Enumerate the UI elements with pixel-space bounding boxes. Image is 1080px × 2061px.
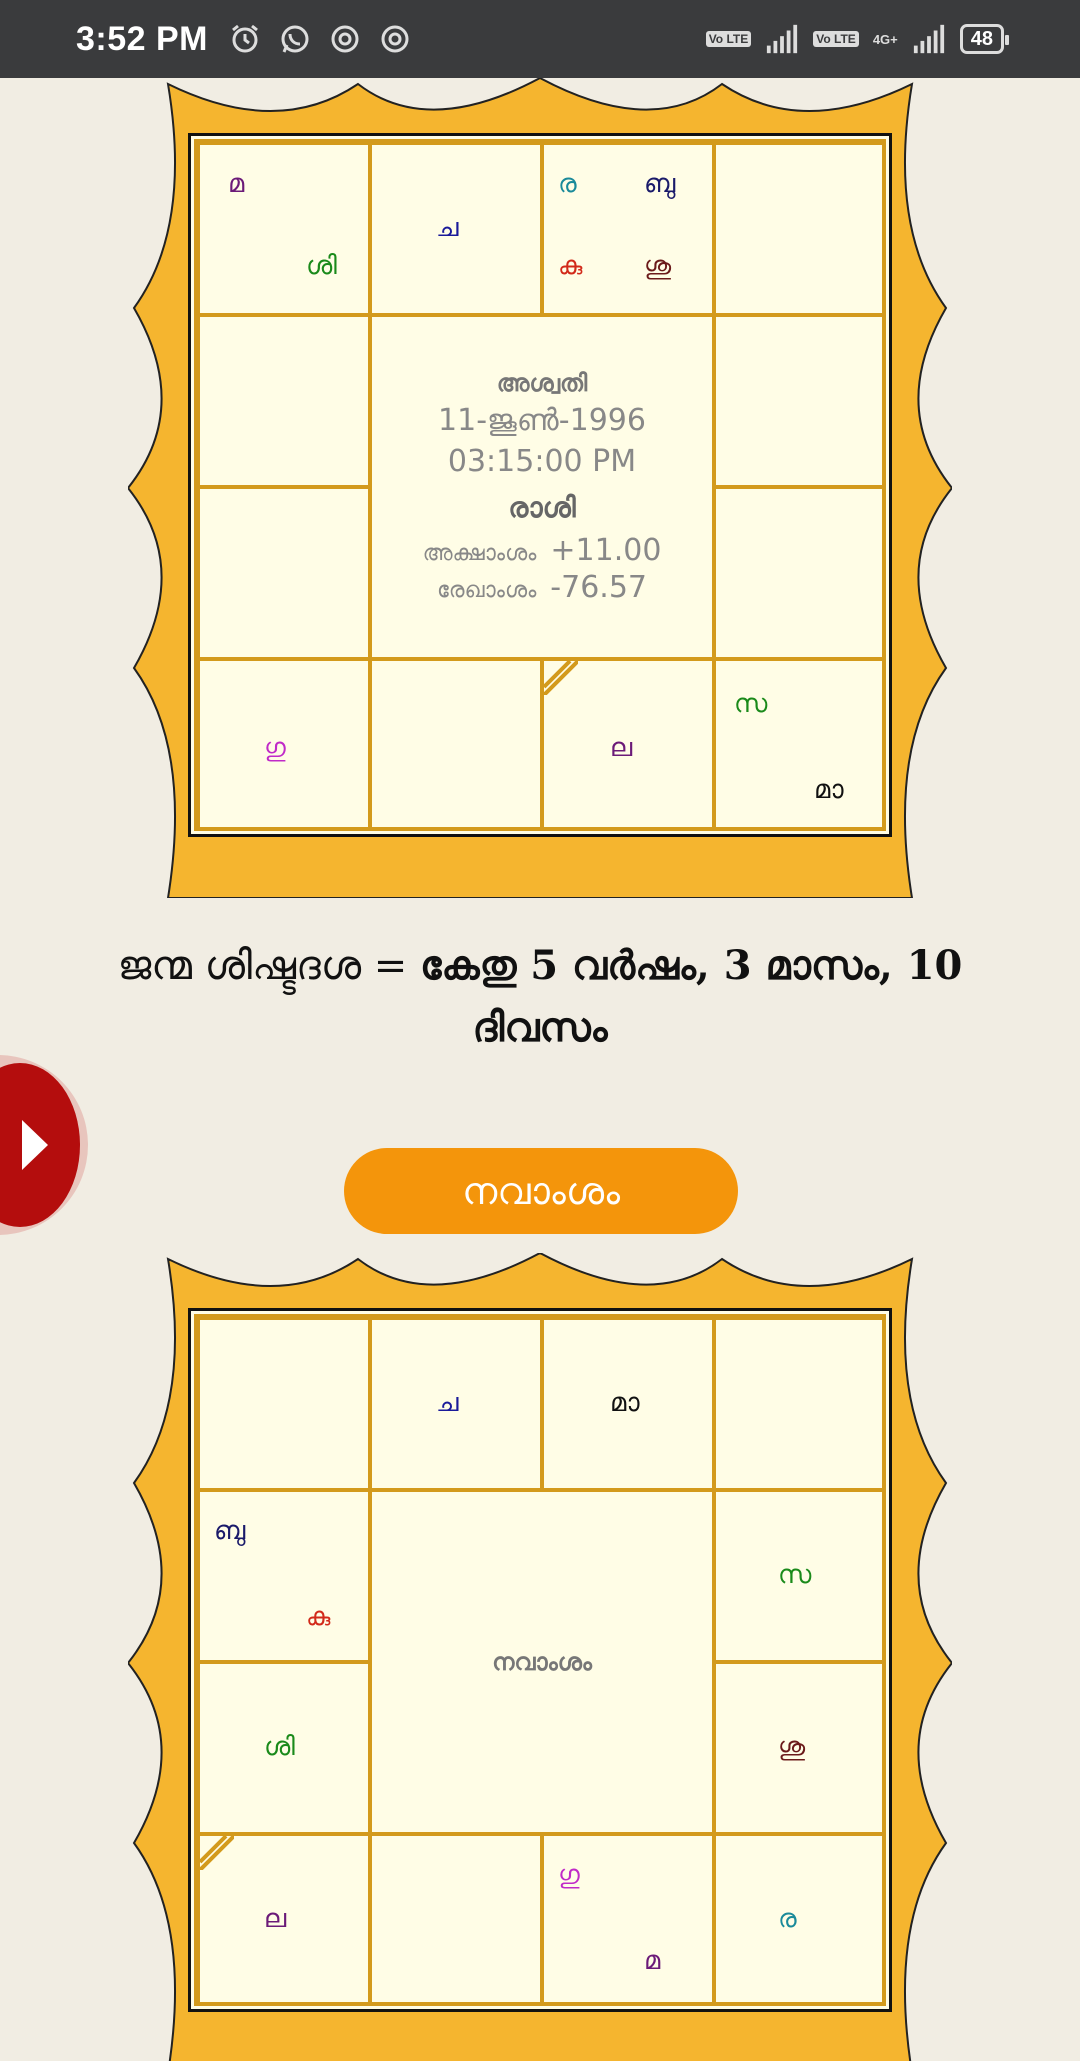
latitude-value: +11.00: [550, 533, 662, 568]
longitude-value: -76.57: [550, 570, 648, 605]
planet-venus: ശു: [644, 251, 672, 281]
nakshatra-label: അശ്വതി: [496, 369, 588, 397]
planet-jupiter: ഗു: [558, 1860, 580, 1890]
battery-icon: 48: [959, 24, 1010, 54]
house-cell: [198, 143, 370, 315]
ascendant-marker-icon: [544, 661, 578, 695]
status-time: 3:52 PM: [76, 19, 208, 58]
signal-icon: [912, 22, 946, 56]
planet-mars: മ: [644, 1946, 661, 1976]
chrome-icon: [328, 22, 362, 56]
ascendant-marker-icon: [200, 1836, 234, 1870]
planet-saturn: ശി: [306, 251, 337, 281]
planet-moon: ച: [436, 213, 459, 243]
planet-rahu: ര: [778, 1904, 797, 1934]
house-cell: [198, 315, 370, 487]
longitude-label: രേഖാംശം: [436, 578, 537, 603]
planet-mars: മ: [228, 169, 245, 199]
house-cell: [714, 143, 886, 315]
planet-rahu: ര: [558, 169, 577, 199]
chart-grid: അശ്വതി 11-ജൂൺ-1996 03:15:00 PM രാശി അക്ഷ…: [188, 133, 892, 837]
birth-date: 11-ജൂൺ-1996: [438, 403, 646, 438]
dasha-value: കേതു 5 വർഷം, 3 മാസം, 10 ദിവസം: [420, 942, 963, 1051]
janma-dasha-text: ജന്മ ശിഷ്ടദശ = കേതു 5 വർഷം, 3 മാസം, 10 ദ…: [80, 935, 1000, 1059]
side-drawer-button[interactable]: [0, 1055, 88, 1235]
rasi-chart: അശ്വതി 11-ജൂൺ-1996 03:15:00 PM രാശി അക്ഷ…: [128, 78, 952, 898]
planet-ascendant: ല: [610, 733, 633, 763]
navamsa-chart: നവാംശം ച മാ ബു കു സ ശി ശു ല ഗു മ ര: [128, 1253, 952, 2061]
planet-mandi: മാ: [814, 775, 844, 805]
chart-title: രാശി: [508, 491, 576, 524]
planet-mercury: ബു: [644, 169, 676, 199]
planet-ketu: കു: [558, 251, 583, 281]
planet-mercury: ബു: [214, 1516, 246, 1546]
house-cell: [198, 1318, 370, 1490]
chart-center-info: അശ്വതി 11-ജൂൺ-1996 03:15:00 PM രാശി അക്ഷ…: [370, 315, 714, 659]
notification-icons: [228, 22, 412, 56]
birth-time: 03:15:00 PM: [447, 444, 637, 479]
chart-center-info: നവാംശം: [370, 1490, 714, 1834]
status-bar: 3:52 PM Vo LTE Vo LTE 4G+ 48: [0, 0, 1080, 78]
house-cell: [714, 1318, 886, 1490]
play-arrow-icon: [22, 1120, 48, 1170]
planet-saturn: ശി: [264, 1732, 295, 1762]
planet-sun: സ: [734, 689, 768, 719]
volte-icon: Vo LTE: [813, 31, 859, 47]
system-icons: Vo LTE Vo LTE 4G+ 48: [705, 22, 1010, 56]
chart-title: നവാംശം: [492, 1648, 592, 1676]
planet-jupiter: ഗു: [264, 733, 286, 763]
house-cell: [714, 1834, 886, 2006]
longitude-row: രേഖാംശം -76.57: [437, 570, 647, 605]
planet-ascendant: ല: [264, 1904, 287, 1934]
house-cell: [370, 659, 542, 831]
side-drawer-button-inner[interactable]: [0, 1063, 80, 1227]
navamsa-button[interactable]: നവാംശം: [344, 1148, 738, 1234]
planet-venus: ശു: [778, 1732, 806, 1762]
whatsapp-icon: [278, 22, 312, 56]
chrome-icon: [378, 22, 412, 56]
volte-icon: Vo LTE: [705, 31, 752, 47]
house-cell: [370, 1834, 542, 2006]
latitude-label: അക്ഷാംശം: [422, 541, 537, 566]
house-cell: [198, 487, 370, 659]
dasha-label: ജന്മ ശിഷ്ടദശ =: [117, 943, 421, 989]
house-cell: [714, 487, 886, 659]
planet-mandi: മാ: [610, 1388, 640, 1418]
signal-icon: [765, 22, 799, 56]
planet-sun: സ: [778, 1560, 812, 1590]
house-cell: [714, 315, 886, 487]
planet-ketu: കു: [306, 1602, 331, 1632]
latitude-row: അക്ഷാംശം +11.00: [423, 533, 662, 568]
chart-grid: നവാംശം ച മാ ബു കു സ ശി ശു ല ഗു മ ര: [188, 1308, 892, 2012]
planet-moon: ച: [436, 1388, 459, 1418]
network-type: 4G+: [872, 31, 898, 47]
alarm-icon: [228, 22, 262, 56]
house-cell: [714, 659, 886, 831]
